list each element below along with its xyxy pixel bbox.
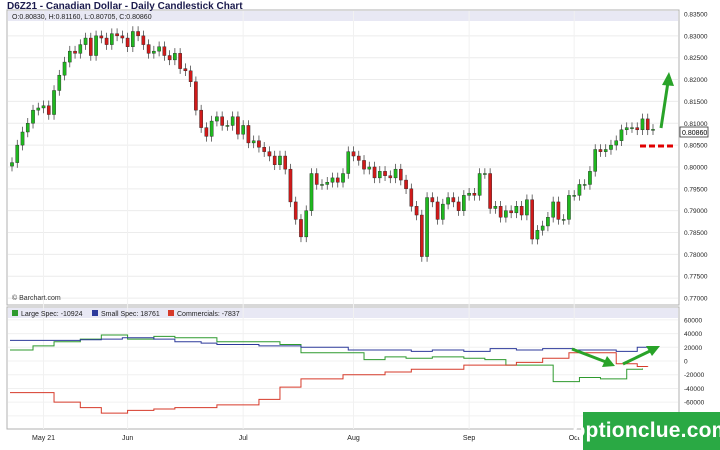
candle <box>194 76 198 116</box>
brand-badge: optionclue.com <box>573 412 720 450</box>
cot-y-axis: 6000040000200000-20000-40000-60000-80000 <box>684 317 705 420</box>
cot-y-tick-label: 40000 <box>684 331 702 338</box>
cot-panel <box>6 306 680 430</box>
x-tick-label: Sep <box>463 435 476 442</box>
price-y-tick-label: 0.79000 <box>684 208 708 215</box>
legend-commercials: Commercials: -7837 <box>177 311 240 318</box>
candle <box>309 168 314 216</box>
candle <box>530 194 534 245</box>
last-price-tag: 0.80860 <box>679 126 709 138</box>
ohlc-readout: O:0.80830, H:0.81160, L:0.80705, C:0.808… <box>12 14 152 21</box>
legend-small-spec: Small Spec: 18761 <box>101 311 160 318</box>
candle <box>52 85 56 120</box>
price-y-tick-label: 0.82500 <box>684 55 708 62</box>
price-y-tick-label: 0.83000 <box>684 33 708 40</box>
legend-swatch-commercials <box>168 310 174 316</box>
cot-y-tick-label: -40000 <box>684 386 705 393</box>
cot-legend: Large Spec: -10924 Small Spec: 18761 Com… <box>12 310 240 318</box>
last-price-label: 0.80860 <box>682 130 707 137</box>
x-axis: May 21 Jun Jul Aug Sep Oct <box>32 435 580 442</box>
x-tick-label: Jul <box>239 435 248 442</box>
price-panel <box>6 9 680 306</box>
candle <box>420 209 424 262</box>
price-y-tick-label: 0.82000 <box>684 77 708 84</box>
chart-title: D6Z21 - Canadian Dollar - Daily Candlest… <box>7 1 243 12</box>
barchart-watermark: © Barchart.com <box>12 294 61 302</box>
price-y-tick-label: 0.81500 <box>684 99 708 106</box>
chart-frame: 0.835000.830000.825000.820000.815000.810… <box>6 9 709 442</box>
price-y-tick-label: 0.78500 <box>684 230 708 237</box>
candle <box>567 190 571 225</box>
x-tick-label: Aug <box>347 435 360 442</box>
price-y-tick-label: 0.80000 <box>684 164 708 171</box>
cot-y-tick-label: -60000 <box>684 400 705 407</box>
price-y-tick-label: 0.77000 <box>684 296 708 303</box>
cot-y-tick-label: -20000 <box>684 372 705 379</box>
candle <box>288 163 293 208</box>
legend-large-spec: Large Spec: -10924 <box>21 311 83 318</box>
legend-swatch-large-spec <box>12 310 18 316</box>
price-y-tick-label: 0.78000 <box>684 252 708 259</box>
x-tick-label: May 21 <box>32 435 55 442</box>
legend-swatch-small-spec <box>92 310 98 316</box>
price-y-tick-label: 0.80500 <box>684 143 708 150</box>
candle <box>304 205 309 243</box>
price-y-tick-label: 0.83500 <box>684 12 708 19</box>
cot-y-tick-label: 20000 <box>684 345 702 352</box>
candle <box>425 192 429 262</box>
cot-y-tick-label: 60000 <box>684 317 702 324</box>
candle <box>488 168 492 214</box>
price-y-tick-label: 0.79500 <box>684 186 708 193</box>
price-y-tick-label: 0.77500 <box>684 274 708 281</box>
x-tick-label: Jun <box>122 435 133 442</box>
price-y-axis: 0.835000.830000.825000.820000.815000.810… <box>684 12 708 303</box>
cot-y-tick-label: 0 <box>684 359 688 366</box>
